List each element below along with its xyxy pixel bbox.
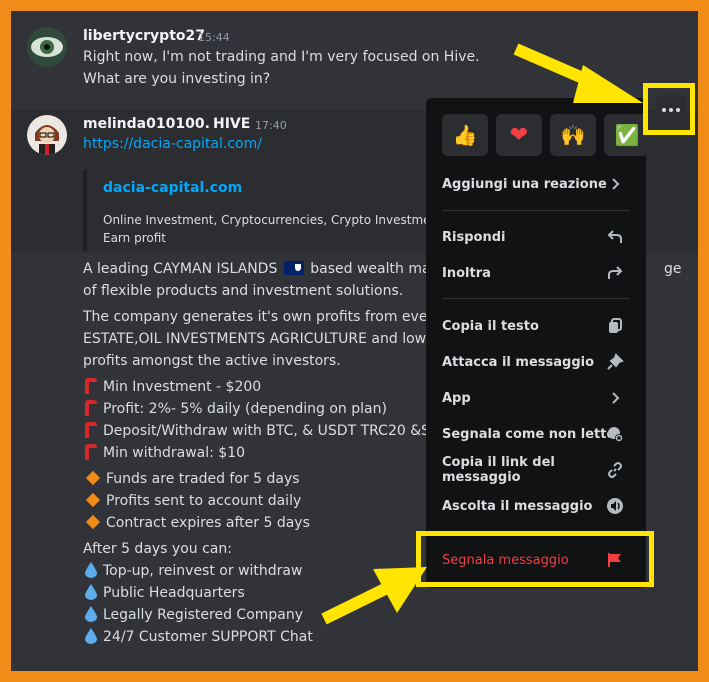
list-item-text: Deposit/Withdraw with BTC, & USDT TRC20 …	[103, 423, 431, 439]
chat-frame: libertycrypto27 15:44 Right now, I'm not…	[11, 11, 698, 671]
forward-arrow-icon	[608, 266, 623, 279]
list-item: Deposit/Withdraw with BTC, & USDT TRC20 …	[85, 420, 430, 442]
red-bullet-icon	[85, 444, 97, 460]
check-mark-icon: ✅	[614, 123, 640, 147]
username-melinda010100[interactable]: melinda010100.	[83, 116, 210, 132]
menu-pin-message[interactable]: Attacca il messaggio	[434, 346, 638, 378]
message-line: The company generates it's own profits f…	[83, 309, 442, 325]
list-item: Top-up, reinvest or withdraw	[85, 560, 302, 582]
message-link[interactable]: https://dacia-capital.com/	[83, 136, 262, 152]
message-line: of flexible products and investment solu…	[83, 283, 404, 299]
message-line: What are you investing in?	[83, 71, 271, 87]
list-item: Contract expires after 5 days	[85, 512, 310, 534]
message-line: After 5 days you can:	[83, 541, 232, 557]
pin-icon	[607, 353, 624, 370]
list-item: Funds are traded for 5 days	[85, 468, 300, 490]
list-item-text: Min withdrawal: $10	[103, 445, 246, 461]
link-icon	[608, 462, 622, 478]
copy-icon	[609, 318, 622, 333]
highlight-report-item	[416, 531, 654, 587]
orange-diamond-icon	[85, 514, 101, 530]
list-item-text: 24/7 Customer SUPPORT Chat	[103, 629, 313, 645]
menu-copy-link[interactable]: Copia il link del messaggio	[434, 454, 638, 486]
message-line: Right now, I'm not trading and I'm very …	[83, 49, 480, 65]
menu-reply[interactable]: Rispondi	[434, 221, 638, 253]
message-line: ESTATE,OIL INVESTMENTS AGRICULTURE and l…	[83, 331, 427, 347]
menu-speak-message[interactable]: Ascolta il messaggio	[434, 490, 638, 522]
menu-divider	[442, 298, 630, 299]
text-span: ge	[664, 261, 682, 277]
menu-label: Copia il testo	[442, 318, 539, 334]
menu-apps[interactable]: App	[434, 382, 638, 414]
message-line: profits amongst the active investors.	[83, 353, 341, 369]
menu-add-reaction[interactable]: Aggiungi una reazione	[434, 168, 638, 200]
server-tag: HIVE	[213, 116, 251, 132]
list-item: Min Investment - $200	[85, 376, 261, 398]
orange-diamond-icon	[85, 470, 101, 486]
menu-mark-unread[interactable]: Segnala come non letto	[434, 418, 638, 450]
red-bullet-icon	[85, 422, 97, 438]
droplet-icon	[85, 584, 97, 600]
list-item: 24/7 Customer SUPPORT Chat	[85, 626, 313, 648]
reaction-heart[interactable]: ❤	[496, 114, 542, 156]
link-embed: dacia-capital.com Online Investment, Cry…	[83, 169, 443, 251]
list-item-text: Profit: 2%- 5% daily (depending on plan)	[103, 401, 387, 417]
menu-label: Segnala come non letto	[442, 426, 616, 442]
list-item: Profits sent to account daily	[85, 490, 301, 512]
cayman-flag-icon	[283, 261, 304, 275]
list-item: Public Headquarters	[85, 582, 245, 604]
list-item: Profit: 2%- 5% daily (depending on plan)	[85, 398, 387, 420]
quick-reactions: 👍 ❤ 🙌 ✅	[442, 114, 650, 156]
menu-copy-text[interactable]: Copia il testo	[434, 310, 638, 342]
menu-label: App	[442, 390, 471, 406]
menu-label: Rispondi	[442, 229, 506, 245]
message-paragraph: A leading CAYMAN ISLANDS based wealth ma…	[83, 258, 436, 280]
message-context-menu: 👍 ❤ 🙌 ✅ Aggiungi una reazione Rispondi I…	[426, 98, 650, 588]
droplet-icon	[85, 562, 97, 578]
mark-unread-icon	[608, 427, 623, 442]
timestamp: 15:44	[198, 31, 230, 44]
reaction-thumbs-up[interactable]: 👍	[442, 114, 488, 156]
menu-label: Ascolta il messaggio	[442, 498, 593, 514]
list-item-text: Legally Registered Company	[103, 607, 304, 623]
list-item-text: Funds are traded for 5 days	[106, 471, 300, 487]
list-item-text: Min Investment - $200	[103, 379, 262, 395]
avatar-melinda010100[interactable]	[27, 115, 67, 155]
heart-icon: ❤	[509, 122, 529, 148]
list-item: Min withdrawal: $10	[85, 442, 245, 464]
reaction-raised-hands[interactable]: 🙌	[550, 114, 596, 156]
menu-divider	[442, 210, 630, 211]
embed-desc-line: Earn profit	[103, 231, 166, 245]
droplet-icon	[85, 606, 97, 622]
text-span: based wealth mar	[310, 261, 437, 277]
droplet-icon	[85, 628, 97, 644]
list-item-text: Profits sent to account daily	[106, 493, 302, 509]
chevron-right-icon	[612, 392, 620, 404]
chevron-right-icon	[612, 178, 620, 190]
reply-arrow-icon	[607, 230, 622, 243]
text-span: A leading CAYMAN ISLANDS	[83, 261, 278, 277]
red-bullet-icon	[85, 378, 97, 394]
list-item: Legally Registered Company	[85, 604, 303, 626]
thumbs-up-icon: 👍	[452, 123, 478, 147]
raised-hands-icon: 🙌	[560, 123, 586, 147]
speaker-icon	[607, 498, 623, 514]
menu-label: Aggiungi una reazione	[442, 176, 607, 192]
annotation-arrow-icon	[513, 43, 643, 103]
list-item-text: Contract expires after 5 days	[106, 515, 310, 531]
list-item-text: Public Headquarters	[103, 585, 245, 601]
menu-forward[interactable]: Inoltra	[434, 257, 638, 289]
red-bullet-icon	[85, 400, 97, 416]
embed-description: Online Investment, Cryptocurrencies, Cry…	[103, 211, 435, 247]
timestamp: 17:40	[255, 119, 287, 132]
embed-title[interactable]: dacia-capital.com	[103, 180, 242, 196]
orange-diamond-icon	[85, 492, 101, 508]
avatar-libertycrypto27[interactable]	[27, 27, 67, 67]
menu-label: Attacca il messaggio	[442, 354, 595, 370]
username-libertycrypto27[interactable]: libertycrypto27	[83, 28, 205, 44]
menu-label: Inoltra	[442, 265, 491, 281]
embed-desc-line: Online Investment, Cryptocurrencies, Cry…	[103, 213, 436, 227]
list-item-text: Top-up, reinvest or withdraw	[103, 563, 303, 579]
annotation-arrow-icon	[321, 567, 427, 625]
